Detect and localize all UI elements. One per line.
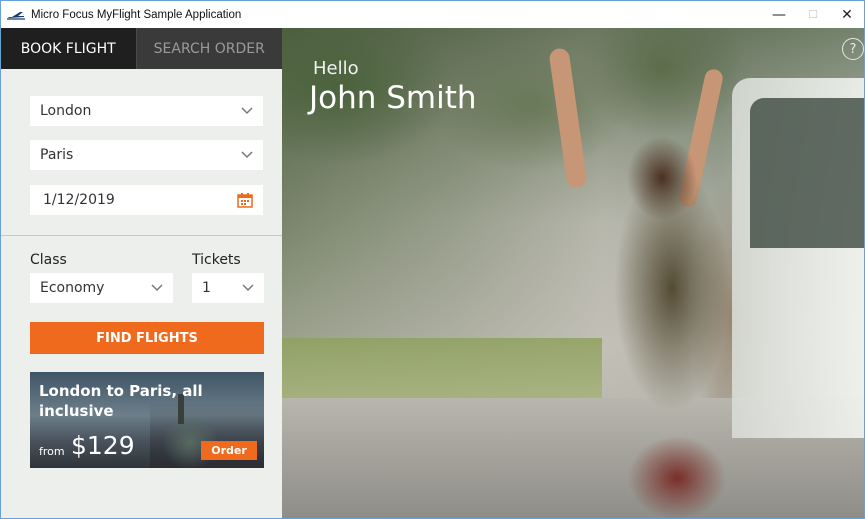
calendar-icon[interactable]: [237, 192, 253, 208]
booking-sidebar: BOOK FLIGHT SEARCH ORDER London Paris 1/…: [1, 28, 282, 518]
greeting-name: John Smith: [309, 80, 477, 116]
chevron-down-icon: [151, 281, 163, 295]
hero-bus-window: [750, 98, 864, 248]
chevron-down-icon: [242, 281, 254, 295]
promo-from-text: from: [39, 445, 65, 458]
maximize-button[interactable]: ☐: [796, 1, 830, 28]
tickets-select[interactable]: 1: [192, 273, 264, 303]
date-value: 1/12/2019: [43, 192, 115, 208]
find-flights-button[interactable]: FIND FLIGHTS: [30, 322, 264, 354]
tab-book-flight[interactable]: BOOK FLIGHT: [1, 28, 136, 69]
from-city-select[interactable]: London: [30, 96, 263, 126]
class-label: Class: [30, 252, 67, 268]
tab-bar: BOOK FLIGHT SEARCH ORDER: [1, 28, 282, 69]
hero-couple: [582, 118, 762, 518]
window-controls: — ☐ ✕: [762, 1, 864, 28]
greeting-hello: Hello: [313, 58, 359, 79]
app-window: Micro Focus MyFlight Sample Application …: [0, 0, 865, 519]
promo-price: $129: [71, 431, 135, 460]
date-picker[interactable]: 1/12/2019: [30, 185, 263, 215]
promo-banner[interactable]: London to Paris, all inclusive from $129…: [30, 372, 264, 468]
chevron-down-icon: [241, 104, 253, 118]
minimize-button[interactable]: —: [762, 1, 796, 28]
main-content: Hello John Smith ? BOOK FLIGHT SEARCH OR…: [1, 28, 864, 518]
to-city-value: Paris: [40, 147, 74, 163]
window-title: Micro Focus MyFlight Sample Application: [31, 8, 242, 21]
promo-title: London to Paris, all inclusive: [39, 382, 203, 420]
to-city-select[interactable]: Paris: [30, 140, 263, 170]
tickets-value: 1: [202, 280, 211, 296]
tickets-label: Tickets: [192, 252, 241, 268]
airplane-icon: [6, 8, 28, 22]
class-value: Economy: [40, 280, 105, 296]
chevron-down-icon: [241, 148, 253, 162]
class-select[interactable]: Economy: [30, 273, 173, 303]
help-icon[interactable]: ?: [842, 38, 864, 60]
title-bar: Micro Focus MyFlight Sample Application …: [1, 1, 864, 28]
close-button[interactable]: ✕: [830, 1, 864, 28]
promo-order-button[interactable]: Order: [201, 441, 257, 460]
hero-image: Hello John Smith ?: [282, 28, 864, 518]
from-city-value: London: [40, 103, 92, 119]
form-divider: [1, 235, 282, 236]
tab-search-order[interactable]: SEARCH ORDER: [135, 28, 282, 69]
hero-hedge: [282, 338, 602, 398]
